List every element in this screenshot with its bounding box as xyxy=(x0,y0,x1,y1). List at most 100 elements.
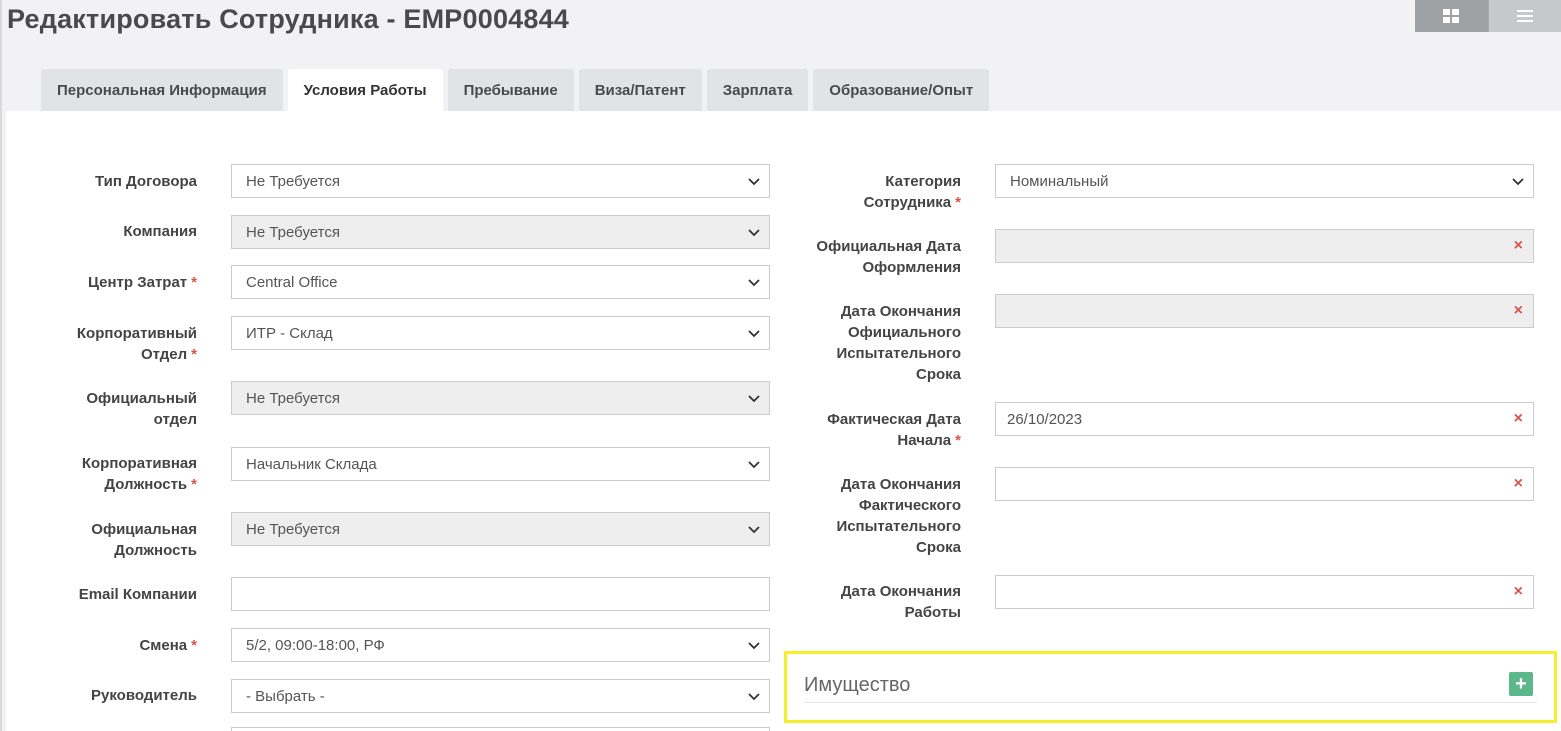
corp-position-value: Начальник Склада xyxy=(246,455,377,473)
actual-probation-end-label-line2: Фактического xyxy=(858,497,961,514)
chevron-down-icon xyxy=(748,642,760,650)
manager-label: Руководитель xyxy=(40,685,197,706)
corp-department-select[interactable]: ИТР - Склад xyxy=(231,316,770,350)
clear-icon[interactable]: × xyxy=(1514,302,1523,320)
clear-icon[interactable]: × xyxy=(1514,475,1523,493)
corp-department-label: Корпоративный Отдел * xyxy=(40,323,197,365)
employee-category-label-line1: Категория xyxy=(885,173,961,190)
corp-position-label-line2: Должность xyxy=(104,476,188,493)
actual-probation-end-label-line3: Испытательного xyxy=(836,518,961,535)
official-department-select[interactable]: Не Требуется xyxy=(231,381,770,415)
required-mark: * xyxy=(955,432,961,449)
assets-divider xyxy=(804,702,1537,703)
official-probation-end-input[interactable]: × xyxy=(995,294,1534,328)
tab-residence[interactable]: Пребывание xyxy=(447,69,574,111)
chevron-down-icon xyxy=(748,693,760,701)
clear-icon[interactable]: × xyxy=(1514,583,1523,601)
company-label: Компания xyxy=(40,221,197,242)
official-probation-end-label-line2: Официального xyxy=(848,324,961,341)
official-probation-end-label-line1: Дата Окончания xyxy=(840,303,961,320)
official-hire-date-label-line2: Оформления xyxy=(862,259,961,276)
official-department-value: Не Требуется xyxy=(246,389,340,407)
add-asset-button[interactable]: + xyxy=(1509,672,1533,696)
corp-position-label: Корпоративная Должность * xyxy=(40,453,197,495)
actual-start-date-label-line1: Фактическая Дата xyxy=(827,411,961,428)
manager-label-text: Руководитель xyxy=(91,687,197,704)
chevron-down-icon xyxy=(1512,178,1524,186)
official-department-label-line2: отдел xyxy=(153,411,197,428)
actual-start-date-label-line2: Начала xyxy=(897,432,952,449)
official-department-label-line1: Официальный xyxy=(86,390,197,407)
contract-type-select[interactable]: Не Требуется xyxy=(231,164,770,198)
official-probation-end-label-line3: Испытательного xyxy=(836,345,961,362)
corp-department-label-line1: Корпоративный xyxy=(76,325,197,342)
tab-visa-patent[interactable]: Виза/Патент xyxy=(578,69,702,111)
assets-title: Имущество xyxy=(804,674,911,696)
corp-position-select[interactable]: Начальник Склада xyxy=(231,447,770,481)
official-hire-date-label-line1: Официальная Дата xyxy=(816,238,961,255)
chevron-down-icon xyxy=(748,279,760,287)
employee-category-select[interactable]: Номинальный xyxy=(995,164,1534,198)
official-position-label-line1: Официальная xyxy=(91,521,197,538)
official-hire-date-input[interactable]: × xyxy=(995,229,1534,263)
company-value: Не Требуется xyxy=(246,223,340,241)
corp-department-value: ИТР - Склад xyxy=(246,324,333,342)
tab-work-conditions[interactable]: Условия Работы xyxy=(287,69,443,111)
actual-probation-end-label: Дата Окончания Фактического Испытательно… xyxy=(790,474,961,558)
required-mark: * xyxy=(191,346,197,363)
list-view-button[interactable] xyxy=(1488,0,1561,32)
employee-category-label: Категория Сотрудника * xyxy=(790,171,961,213)
company-email-label-text: Email Компании xyxy=(78,586,197,603)
required-mark: * xyxy=(191,476,197,493)
tab-salary[interactable]: Зарплата xyxy=(706,69,809,111)
tab-bar: Персональная Информация Условия Работы П… xyxy=(41,69,990,111)
cost-center-select[interactable]: Central Office xyxy=(231,265,770,299)
employment-end-input[interactable]: × xyxy=(995,575,1534,609)
chevron-down-icon xyxy=(748,229,760,237)
actual-probation-end-input[interactable]: × xyxy=(995,467,1534,501)
shift-select[interactable]: 5/2, 09:00-18:00, РФ xyxy=(231,628,770,662)
employment-end-label-line1: Дата Окончания xyxy=(840,583,961,600)
cost-center-value: Central Office xyxy=(246,273,338,291)
official-probation-end-label: Дата Окончания Официального Испытательно… xyxy=(790,301,961,385)
corp-position-label-line1: Корпоративная xyxy=(81,455,197,472)
shift-label-text: Смена xyxy=(139,637,188,654)
tab-personal-info[interactable]: Персональная Информация xyxy=(41,69,283,111)
clear-icon[interactable]: × xyxy=(1514,237,1523,255)
actual-start-date-input[interactable]: 26/10/2023 × xyxy=(995,402,1534,436)
company-select[interactable]: Не Требуется xyxy=(231,215,770,249)
actual-start-date-value: 26/10/2023 xyxy=(1007,410,1083,428)
grid-view-button[interactable] xyxy=(1415,0,1489,32)
company-email-label: Email Компании xyxy=(40,584,197,605)
contract-type-label: Тип Договора xyxy=(40,171,197,192)
chevron-down-icon xyxy=(748,461,760,469)
actual-probation-end-label-line4: Срока xyxy=(915,539,961,556)
contract-type-value: Не Требуется xyxy=(246,172,340,190)
employment-end-label-line2: Работы xyxy=(904,604,961,621)
next-field-partial xyxy=(231,727,770,731)
assets-section: Имущество + xyxy=(784,651,1557,723)
chevron-down-icon xyxy=(748,178,760,186)
required-mark: * xyxy=(191,274,197,291)
grid-icon xyxy=(1443,9,1460,23)
employment-end-label: Дата Окончания Работы xyxy=(790,581,961,623)
plus-icon: + xyxy=(1515,673,1527,695)
manager-select[interactable]: - Выбрать - xyxy=(231,679,770,713)
official-position-select[interactable]: Не Требуется xyxy=(231,512,770,546)
official-position-value: Не Требуется xyxy=(246,520,340,538)
chevron-down-icon xyxy=(748,395,760,403)
employee-category-label-line2: Сотрудника xyxy=(863,194,952,211)
official-department-label: Официальный отдел xyxy=(40,388,197,430)
required-mark: * xyxy=(955,194,961,211)
company-email-input[interactable] xyxy=(231,577,770,611)
tab-education-experience[interactable]: Образование/Опыт xyxy=(813,69,990,111)
page-title: Редактировать Сотрудника - EMP0004844 xyxy=(7,4,570,34)
actual-start-date-label: Фактическая Дата Начала * xyxy=(790,409,961,451)
employee-category-value: Номинальный xyxy=(1010,172,1109,190)
actual-probation-end-label-line1: Дата Окончания xyxy=(840,476,961,493)
clear-icon[interactable]: × xyxy=(1514,410,1523,428)
window-edge xyxy=(0,0,2,731)
list-icon xyxy=(1516,10,1533,22)
official-probation-end-label-line4: Срока xyxy=(915,366,961,383)
shift-label: Смена * xyxy=(40,635,197,656)
